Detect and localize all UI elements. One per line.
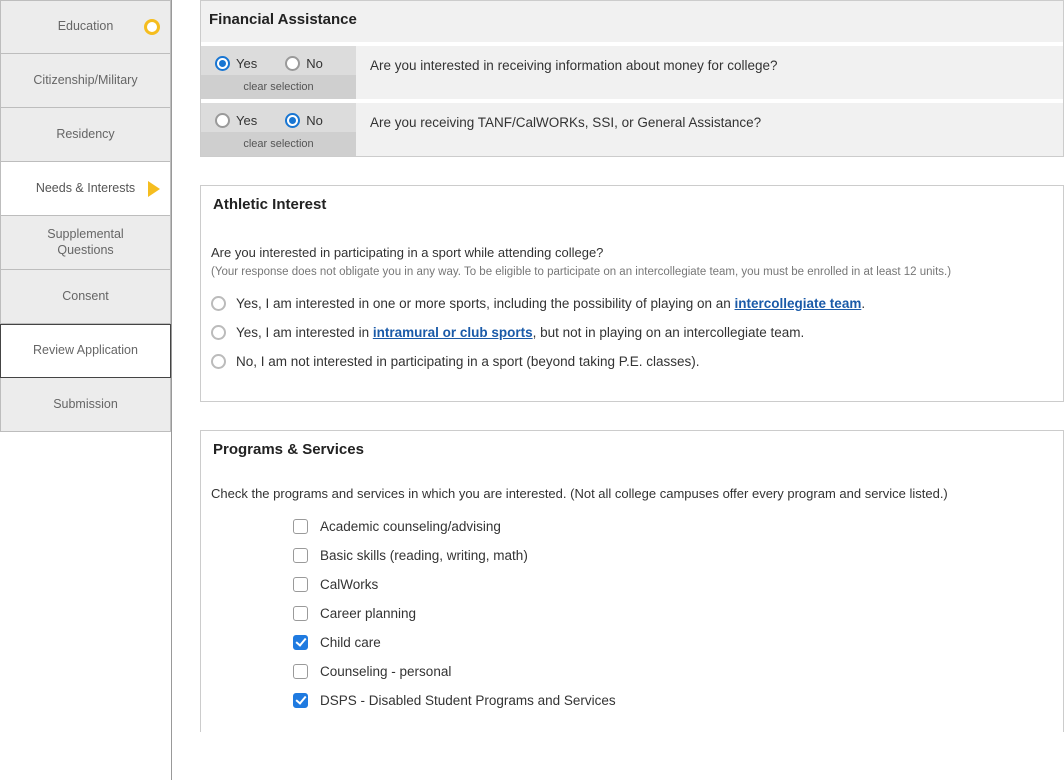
programs-intro: Check the programs and services in which… <box>211 486 1053 501</box>
checkbox-icon <box>293 664 308 679</box>
program-label: Counseling - personal <box>320 664 451 679</box>
sidebar-item-label: Review Application <box>33 343 138 359</box>
fin1-yes-radio[interactable]: Yes <box>215 56 257 71</box>
fin2-yes-radio[interactable]: Yes <box>215 113 257 128</box>
program-academic-counseling[interactable]: Academic counseling/advising <box>293 519 1053 534</box>
program-dsps[interactable]: DSPS - Disabled Student Programs and Ser… <box>293 693 1053 708</box>
radio-icon <box>285 113 300 128</box>
radio-icon <box>215 56 230 71</box>
program-counseling-personal[interactable]: Counseling - personal <box>293 664 1053 679</box>
intercollegiate-link[interactable]: intercollegiate team <box>735 296 862 311</box>
checkbox-icon <box>293 635 308 650</box>
athletic-opt-intramural[interactable]: Yes, I am interested in intramural or cl… <box>211 325 1053 340</box>
athletic-opt-none[interactable]: No, I am not interested in participating… <box>211 354 1053 369</box>
program-label: DSPS - Disabled Student Programs and Ser… <box>320 693 616 708</box>
athletic-note: (Your response does not obligate you in … <box>211 266 1053 278</box>
sidebar-item-needs-interests[interactable]: Needs & Interests <box>0 162 171 216</box>
program-child-care[interactable]: Child care <box>293 635 1053 650</box>
sidebar-item-education[interactable]: Education <box>0 0 171 54</box>
main-content: Financial Assistance Yes No clear select… <box>172 0 1064 780</box>
radio-label: No <box>306 113 323 128</box>
radio-label: Yes <box>236 56 257 71</box>
athletic-panel: Athletic Interest Are you interested in … <box>200 185 1064 402</box>
radio-icon <box>215 113 230 128</box>
athletic-question: Are you interested in participating in a… <box>211 245 1053 260</box>
sidebar-item-label: Supplemental Questions <box>27 227 144 258</box>
financial-choice-group-1: Yes No clear selection <box>201 46 356 99</box>
program-career-planning[interactable]: Career planning <box>293 606 1053 621</box>
financial-panel: Financial Assistance Yes No clear select… <box>200 0 1064 157</box>
radio-icon <box>211 296 226 311</box>
athletic-heading: Athletic Interest <box>201 186 1063 227</box>
sidebar-item-label: Education <box>58 19 114 35</box>
sidebar-item-label: Consent <box>62 289 109 305</box>
fin1-no-radio[interactable]: No <box>285 56 323 71</box>
sidebar-item-label: Residency <box>56 127 114 143</box>
sidebar-item-label: Needs & Interests <box>36 181 135 197</box>
financial-row-1: Yes No clear selection Are you intereste… <box>201 42 1063 99</box>
sidebar-item-consent[interactable]: Consent <box>0 270 171 324</box>
radio-icon <box>211 354 226 369</box>
program-basic-skills[interactable]: Basic skills (reading, writing, math) <box>293 548 1053 563</box>
checkbox-icon <box>293 548 308 563</box>
sidebar-item-citizenship[interactable]: Citizenship/Military <box>0 54 171 108</box>
athletic-opt-text: No, I am not interested in participating… <box>236 354 700 369</box>
fin2-no-radio[interactable]: No <box>285 113 323 128</box>
program-calworks[interactable]: CalWorks <box>293 577 1053 592</box>
program-label: Basic skills (reading, writing, math) <box>320 548 528 563</box>
sidebar-item-submission[interactable]: Submission <box>0 378 171 432</box>
radio-label: No <box>306 56 323 71</box>
sidebar-item-residency[interactable]: Residency <box>0 108 171 162</box>
program-label: Career planning <box>320 606 416 621</box>
sidebar-item-review[interactable]: Review Application <box>0 324 171 378</box>
fin2-question: Are you receiving TANF/CalWORKs, SSI, or… <box>356 103 1063 142</box>
sidebar-item-supplemental[interactable]: Supplemental Questions <box>0 216 171 270</box>
financial-heading: Financial Assistance <box>201 1 1063 42</box>
sidebar-item-label: Submission <box>53 397 118 413</box>
current-arrow-icon <box>148 181 160 197</box>
programs-panel: Programs & Services Check the programs a… <box>200 430 1064 732</box>
radio-label: Yes <box>236 113 257 128</box>
radio-icon <box>211 325 226 340</box>
sidebar: Education Citizenship/Military Residency… <box>0 0 172 780</box>
checkbox-icon <box>293 519 308 534</box>
checkbox-icon <box>293 606 308 621</box>
programs-heading: Programs & Services <box>201 431 1063 472</box>
program-label: Child care <box>320 635 381 650</box>
fin1-clear-button[interactable]: clear selection <box>201 75 356 99</box>
athletic-opt-intercollegiate[interactable]: Yes, I am interested in one or more spor… <box>211 296 1053 311</box>
athletic-opt-text: Yes, I am interested in one or more spor… <box>236 296 865 311</box>
financial-row-2: Yes No clear selection Are you receiving… <box>201 99 1063 156</box>
radio-icon <box>285 56 300 71</box>
checkbox-icon <box>293 577 308 592</box>
fin2-clear-button[interactable]: clear selection <box>201 132 356 156</box>
program-label: Academic counseling/advising <box>320 519 501 534</box>
intramural-link[interactable]: intramural or club sports <box>373 325 533 340</box>
program-label: CalWorks <box>320 577 378 592</box>
progress-ring-icon <box>144 19 160 35</box>
programs-list: Academic counseling/advising Basic skill… <box>211 519 1053 708</box>
fin1-question: Are you interested in receiving informat… <box>356 46 1063 85</box>
checkbox-icon <box>293 693 308 708</box>
financial-choice-group-2: Yes No clear selection <box>201 103 356 156</box>
athletic-opt-text: Yes, I am interested in intramural or cl… <box>236 325 804 340</box>
sidebar-item-label: Citizenship/Military <box>33 73 137 89</box>
